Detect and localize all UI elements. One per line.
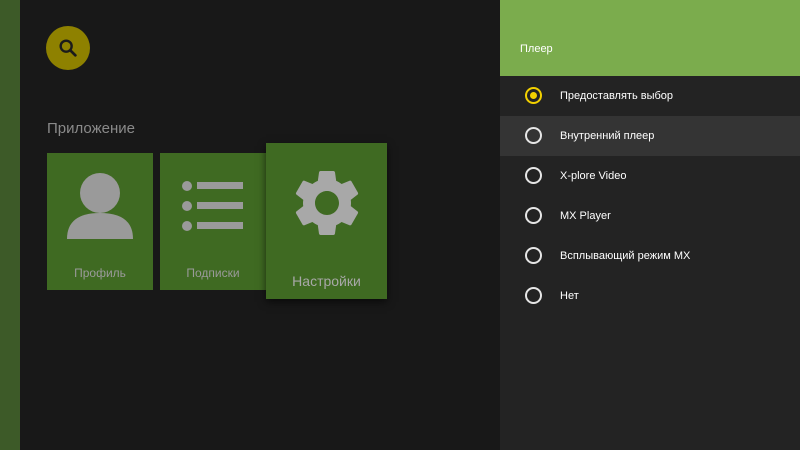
section-title: Приложение bbox=[47, 120, 135, 137]
card-label: Профиль bbox=[74, 266, 126, 280]
option-mx-player[interactable]: MX Player bbox=[500, 196, 800, 236]
card-label: Настройки bbox=[292, 273, 361, 289]
left-edge-strip bbox=[0, 0, 20, 450]
option-label: Нет bbox=[560, 290, 579, 302]
player-options-list: Предоставлять выбор Внутренний плеер X-p… bbox=[500, 76, 800, 316]
search-icon bbox=[59, 39, 77, 57]
radio-selected-icon bbox=[525, 87, 542, 104]
option-mx-popup[interactable]: Всплывающий режим MX bbox=[500, 236, 800, 276]
radio-unselected-icon bbox=[525, 167, 542, 184]
card-subscriptions[interactable]: Подписки bbox=[160, 153, 266, 290]
option-provide-choice[interactable]: Предоставлять выбор bbox=[500, 76, 800, 116]
list-icon bbox=[182, 181, 243, 231]
option-label: Всплывающий режим MX bbox=[560, 250, 691, 262]
radio-unselected-icon bbox=[525, 207, 542, 224]
radio-unselected-icon bbox=[525, 287, 542, 304]
panel-title: Плеер bbox=[520, 43, 553, 55]
search-button[interactable] bbox=[46, 26, 90, 70]
radio-unselected-icon bbox=[525, 247, 542, 264]
panel-header: Плеер bbox=[500, 0, 800, 76]
card-settings[interactable]: Настройки bbox=[266, 143, 387, 299]
card-label: Подписки bbox=[186, 266, 240, 280]
option-label: Предоставлять выбор bbox=[560, 90, 674, 102]
card-profile[interactable]: Профиль bbox=[47, 153, 153, 290]
option-none[interactable]: Нет bbox=[500, 276, 800, 316]
person-icon bbox=[67, 173, 133, 239]
gear-icon bbox=[295, 171, 359, 235]
option-xplore-video[interactable]: X-plore Video bbox=[500, 156, 800, 196]
option-label: MX Player bbox=[560, 210, 611, 222]
option-internal-player[interactable]: Внутренний плеер bbox=[500, 116, 800, 156]
option-label: Внутренний плеер bbox=[560, 130, 655, 142]
player-settings-panel: Плеер Предоставлять выбор Внутренний пле… bbox=[500, 0, 800, 450]
radio-unselected-icon bbox=[525, 127, 542, 144]
option-label: X-plore Video bbox=[560, 170, 627, 182]
